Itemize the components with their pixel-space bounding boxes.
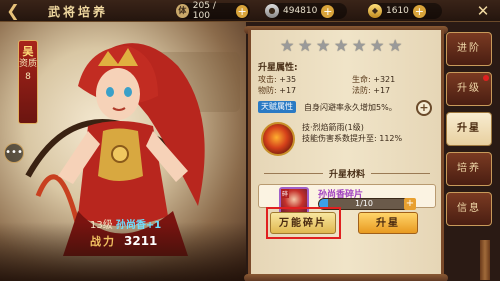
scroll-rod-bottom [244, 274, 448, 281]
hero-faction-badge: 吴 资质 8 [18, 40, 38, 124]
stat-attack: 攻击: +35 [258, 75, 297, 84]
hero-level: 13级 [90, 220, 113, 231]
star-icon: ★ [334, 36, 349, 55]
power-label: 战力 [90, 235, 116, 248]
hero-name: 孙尚香+1 [115, 220, 162, 231]
skill-name: 技·烈焰箭雨(1级) [302, 123, 364, 132]
decorative-rail [480, 240, 490, 280]
materials-title: 升星材料 [329, 169, 366, 180]
add-fragment-button[interactable]: + [404, 198, 416, 210]
page-title: 武将培养 [48, 5, 109, 19]
tab-level-up[interactable]: 升级 [446, 72, 492, 106]
gold-ingot-icon: ◆ [368, 4, 382, 18]
materials-header: 升星材料 [258, 166, 436, 180]
back-arrow-icon[interactable]: ❮ [2, 1, 24, 21]
side-tab-bar: 进阶 升级 升星 培养 信息 [446, 26, 498, 256]
stats-grid: 攻击: +35 生命: +321 物防: +17 法防: +17 [258, 71, 436, 97]
tab-info[interactable]: 信息 [446, 192, 492, 226]
star-icon: ★ [298, 36, 313, 55]
star-icon: ★ [352, 36, 367, 55]
notification-dot [483, 75, 489, 81]
aptitude-value: 8 [25, 72, 31, 82]
top-bar: ❮ 武将培养 体 205 / 100 + ● 494810 + ◆ 1610 +… [0, 0, 500, 22]
silver-coin-icon: ● [265, 4, 279, 18]
stamina-value: 205 / 100 [192, 1, 216, 21]
hero-power: 战力 3211 [90, 233, 157, 249]
stat-mdef: 法防: +17 [352, 86, 391, 95]
divider [371, 172, 431, 174]
talent-text: 自身闪避率永久增加5%。 [304, 103, 397, 112]
star-rating: ★ ★ ★ ★ ★ ★ ★ [280, 38, 404, 54]
magnify-icon[interactable]: + [416, 100, 432, 116]
stamina-icon: 体 [176, 4, 189, 18]
gold-counter: ◆ 1610 + [368, 3, 442, 19]
skill-icon[interactable] [261, 122, 295, 156]
silver-value: 494810 [283, 6, 318, 16]
fragment-tag: 碎 [281, 189, 290, 198]
power-value: 3211 [124, 234, 158, 248]
star-icon: ★ [280, 36, 295, 55]
aptitude-label: 资质 [19, 59, 38, 69]
star-icon: ★ [316, 36, 331, 55]
stat-pdef: 物防: +17 [258, 86, 297, 95]
chat-icon[interactable]: ••• [4, 143, 24, 163]
star-icon: ★ [388, 36, 403, 55]
star-upgrade-button[interactable]: 升星 [358, 212, 418, 234]
stat-hp: 生命: +321 [352, 75, 396, 84]
talent-tag: 天赋属性 [258, 101, 296, 113]
star-icon: ★ [370, 36, 385, 55]
stamina-counter: 体 205 / 100 + [176, 1, 250, 21]
tab-advance[interactable]: 进阶 [446, 32, 492, 66]
hero-level-name: 13级 孙尚香+1 [90, 216, 161, 231]
add-gold-button[interactable]: + [412, 4, 426, 18]
add-stamina-button[interactable]: + [236, 4, 248, 18]
divider [264, 172, 323, 174]
skill-desc: 技能伤害系数提升至: 112% [302, 134, 403, 143]
tab-train[interactable]: 培养 [446, 152, 492, 186]
close-icon[interactable]: ✕ [470, 1, 496, 21]
gold-value: 1610 [386, 6, 409, 16]
add-silver-button[interactable]: + [321, 4, 335, 18]
tab-star-up[interactable]: 升星 [446, 112, 492, 146]
silver-counter: ● 494810 + [265, 3, 347, 19]
faction-label: 吴 [22, 45, 34, 58]
universal-fragment-button[interactable]: 万能碎片 [270, 212, 336, 234]
